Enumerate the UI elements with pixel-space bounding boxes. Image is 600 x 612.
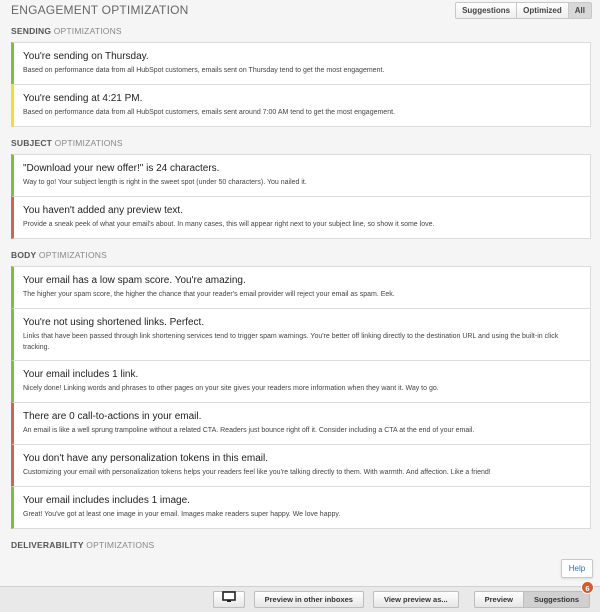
- desktop-preview-button[interactable]: [212, 591, 245, 608]
- filter-toggle: Suggestions Optimized All: [455, 1, 592, 19]
- section-subject: SUBJECT OPTIMIZATIONS "Download your new…: [11, 138, 591, 239]
- filter-suggestions-button[interactable]: Suggestions: [456, 2, 518, 18]
- card-title: You're not using shortened links. Perfec…: [23, 317, 205, 328]
- preview-other-inboxes-button[interactable]: Preview in other inboxes: [253, 591, 364, 608]
- card-description: Based on performance data from all HubSp…: [23, 109, 395, 116]
- optimization-card: You're sending on Thursday. Based on per…: [11, 42, 591, 85]
- card-description: Nicely done! Linking words and phrases t…: [23, 385, 439, 392]
- card-title: You're sending on Thursday.: [23, 51, 149, 62]
- help-button[interactable]: Help: [561, 559, 593, 578]
- suggestions-count-badge: 6: [581, 581, 594, 594]
- card-description: Links that have been passed through link…: [23, 333, 559, 351]
- section-title: DELIVERABILITY OPTIMIZATIONS: [11, 540, 155, 550]
- card-title: You're sending at 4:21 PM.: [23, 93, 143, 104]
- section-title: SENDING OPTIMIZATIONS: [11, 26, 122, 36]
- suggestions-tab[interactable]: Suggestions: [523, 591, 590, 608]
- optimization-card: Your email includes includes 1 image. Gr…: [11, 486, 591, 529]
- optimization-card: You haven't added any preview text. Prov…: [11, 196, 591, 239]
- card-title: Your email includes includes 1 image.: [23, 495, 190, 506]
- footer-toolbar: Preview in other inboxes View preview as…: [0, 586, 600, 612]
- card-description: The higher your spam score, the higher t…: [23, 291, 395, 298]
- filter-all-button[interactable]: All: [568, 2, 591, 18]
- optimization-list[interactable]: SENDING OPTIMIZATIONS You're sending on …: [0, 20, 600, 586]
- card-description: Customizing your email with personalizat…: [23, 469, 491, 476]
- section-sending: SENDING OPTIMIZATIONS You're sending on …: [11, 26, 591, 127]
- optimization-card: Your email includes 1 link. Nicely done!…: [11, 360, 591, 403]
- card-description: Way to go! Your subject length is right …: [23, 179, 307, 186]
- filter-optimized-button[interactable]: Optimized: [517, 2, 569, 18]
- optimization-card: Your email has a low spam score. You're …: [11, 266, 591, 309]
- header: ENGAGEMENT OPTIMIZATION Suggestions Opti…: [0, 0, 600, 20]
- monitor-icon: [221, 591, 236, 608]
- section-title: BODY OPTIMIZATIONS: [11, 250, 108, 260]
- card-title: You haven't added any preview text.: [23, 205, 183, 216]
- card-title: There are 0 call-to-actions in your emai…: [23, 411, 202, 422]
- card-description: Based on performance data from all HubSp…: [23, 67, 385, 74]
- mode-toggle: Preview Suggestions: [473, 591, 590, 608]
- section-deliverability: DELIVERABILITY OPTIMIZATIONS: [11, 540, 591, 550]
- card-title: You don't have any personalization token…: [23, 453, 269, 464]
- preview-tab[interactable]: Preview: [473, 591, 524, 608]
- optimization-card: You're sending at 4:21 PM. Based on perf…: [11, 84, 591, 127]
- card-description: Provide a sneak peek of what your email'…: [23, 221, 435, 228]
- section-body: BODY OPTIMIZATIONS Your email has a low …: [11, 250, 591, 529]
- card-description: An email is like a well sprung trampolin…: [23, 427, 475, 434]
- card-title: Your email has a low spam score. You're …: [23, 275, 246, 286]
- card-title: "Download your new offer!" is 24 charact…: [23, 163, 220, 174]
- optimization-card: There are 0 call-to-actions in your emai…: [11, 402, 591, 445]
- page-title: ENGAGEMENT OPTIMIZATION: [11, 3, 189, 17]
- optimization-card: You're not using shortened links. Perfec…: [11, 308, 591, 361]
- section-title: SUBJECT OPTIMIZATIONS: [11, 138, 123, 148]
- optimization-card: You don't have any personalization token…: [11, 444, 591, 487]
- card-description: Great! You've got at least one image in …: [23, 511, 341, 518]
- optimization-card: "Download your new offer!" is 24 charact…: [11, 154, 591, 197]
- card-title: Your email includes 1 link.: [23, 369, 139, 380]
- view-preview-as-button[interactable]: View preview as...: [372, 591, 459, 608]
